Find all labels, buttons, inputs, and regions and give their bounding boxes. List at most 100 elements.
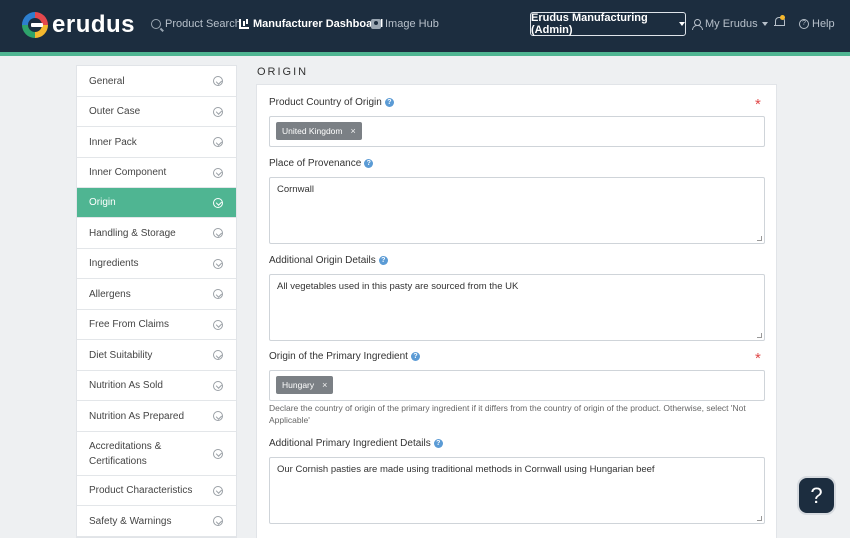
additional-origin-textarea[interactable]: All vegetables used in this pasty are so… (269, 274, 765, 341)
sidebar-item-label: Inner Component (89, 167, 167, 178)
sidebar-item-free-from-claims[interactable]: Free From Claims (77, 310, 236, 340)
sidebar-item-label: Inner Pack (89, 136, 137, 148)
sidebar-item-label: Product Characteristics (89, 485, 193, 496)
sidebar-item-ingredients[interactable]: Ingredients (77, 249, 236, 279)
nav-image-hub-label: Image Hub (385, 18, 439, 30)
help-link[interactable]: ? Help (799, 18, 835, 30)
my-erudus-menu[interactable]: My Erudus (692, 18, 768, 30)
section-title: ORIGIN (257, 66, 309, 78)
resize-handle-icon[interactable] (757, 236, 762, 241)
sidebar-item-nutrition-as-sold[interactable]: Nutrition As Sold (77, 371, 236, 401)
check-circle-icon (213, 197, 223, 208)
sidebar-item-diet-suitability[interactable]: Diet Suitability (77, 340, 236, 371)
country-of-origin-select[interactable]: United Kingdom × (269, 116, 765, 147)
tag-label: United Kingdom (282, 126, 343, 136)
additional-primary-textarea[interactable]: Our Cornish pasties are made using tradi… (269, 457, 765, 524)
header-accent-line (0, 52, 850, 56)
check-circle-icon (213, 137, 223, 147)
field-label-text: Additional Primary Ingredient Details (269, 438, 431, 449)
info-icon[interactable]: ? (410, 352, 420, 361)
check-circle-icon (213, 380, 223, 391)
sidebar-item-safety-warnings[interactable]: Safety & Warnings (77, 506, 236, 537)
primary-ingredient-origin-label: Origin of the Primary Ingredient ? (269, 351, 420, 362)
sidebar-item-label: Safety & Warnings (89, 515, 172, 527)
sidebar-item-handling-storage[interactable]: Handling & Storage (77, 218, 236, 249)
field-hint-text: Declare the country of origin of the pri… (269, 403, 746, 425)
sidebar-item-label: Ingredients (89, 258, 139, 269)
sidebar-item-allergens[interactable]: Allergens (77, 279, 236, 310)
sidebar-item-label: Free From Claims (89, 319, 170, 330)
country-of-origin-label: Product Country of Origin ? (269, 97, 394, 108)
info-icon[interactable]: ? (384, 98, 394, 107)
textarea-value: Our Cornish pasties are made using tradi… (277, 464, 655, 475)
textarea-value: All vegetables used in this pasty are so… (277, 281, 519, 292)
textarea-value: Cornwall (277, 184, 314, 195)
check-circle-icon (213, 485, 223, 496)
sidebar-item-inner-pack[interactable]: Inner Pack (77, 127, 236, 158)
additional-origin-label: Additional Origin Details ? (269, 255, 388, 266)
help-chat-button[interactable]: ? (797, 476, 836, 515)
check-circle-icon (213, 411, 223, 421)
sidebar-item-origin[interactable]: Origin (77, 188, 236, 218)
resize-handle-icon[interactable] (757, 333, 762, 338)
place-of-provenance-textarea[interactable]: Cornwall (269, 177, 765, 244)
company-selector-button[interactable]: Erudus Manufacturing (Admin) (530, 12, 686, 36)
nav-manufacturer-dashboard-label: Manufacturer Dashboard (253, 18, 384, 30)
chart-icon (239, 19, 249, 29)
help-label: Help (812, 18, 835, 30)
sidebar-item-label: General (89, 75, 125, 87)
section-sidebar: General Outer Case Inner Pack Inner Comp… (76, 65, 237, 538)
sidebar-item-inner-component[interactable]: Inner Component (77, 158, 236, 188)
sidebar-item-nutrition-as-prepared[interactable]: Nutrition As Prepared (77, 401, 236, 432)
sidebar-item-label: Outer Case (89, 106, 141, 117)
sidebar-item-label: Diet Suitability (89, 349, 153, 361)
info-icon[interactable]: ? (433, 439, 443, 448)
required-indicator: * (755, 96, 761, 113)
place-of-provenance-label: Place of Provenance ? (269, 158, 374, 169)
check-circle-icon (213, 228, 223, 238)
sidebar-item-label-line1: Accreditations & (89, 440, 162, 452)
chevron-down-icon (761, 22, 768, 26)
selected-tag: Hungary × (276, 376, 334, 394)
check-circle-icon (213, 289, 223, 299)
sidebar-item-product-characteristics[interactable]: Product Characteristics (77, 476, 236, 506)
help-circle-icon: ? (799, 19, 809, 29)
camera-icon (371, 19, 381, 29)
primary-ingredient-origin-select[interactable]: Hungary × (269, 370, 765, 401)
nav-product-search-label: Product Search (165, 18, 241, 30)
nav-product-search[interactable]: Product Search (151, 18, 241, 30)
required-indicator: * (755, 350, 761, 367)
additional-primary-label: Additional Primary Ingredient Details ? (269, 438, 443, 449)
field-label-text: Product Country of Origin (269, 97, 382, 108)
sidebar-item-outer-case[interactable]: Outer Case (77, 97, 236, 127)
sidebar-item-label: Nutrition As Sold (89, 380, 163, 391)
remove-tag-icon[interactable]: × (322, 380, 327, 390)
info-icon[interactable]: ? (364, 159, 374, 168)
erudus-logo-icon (22, 12, 48, 38)
check-circle-icon (213, 76, 223, 86)
erudus-logo[interactable]: erudus (22, 11, 135, 39)
sidebar-item-label: Origin (89, 197, 116, 208)
tag-label: Hungary (282, 380, 315, 390)
field-label-text: Place of Provenance (269, 158, 362, 169)
search-icon (151, 19, 161, 29)
check-circle-icon (213, 258, 223, 269)
chevron-down-icon (679, 22, 685, 26)
notification-badge (780, 15, 785, 20)
sidebar-item-general[interactable]: General (77, 66, 236, 97)
sidebar-item-accreditations[interactable]: Accreditations & Certifications (77, 432, 236, 476)
check-circle-icon (213, 448, 223, 459)
sidebar-item-label-line2: Certifications (89, 455, 147, 467)
company-selector-label: Erudus Manufacturing (Admin) (531, 12, 648, 36)
my-erudus-label: My Erudus (705, 18, 758, 30)
resize-handle-icon[interactable] (757, 516, 762, 521)
nav-image-hub[interactable]: Image Hub (371, 18, 439, 30)
check-circle-icon (213, 350, 223, 360)
sidebar-item-label: Handling & Storage (89, 227, 176, 239)
sidebar-item-label: Accreditations & Certifications (89, 439, 161, 469)
info-icon[interactable]: ? (378, 256, 388, 265)
user-icon (692, 19, 703, 30)
remove-tag-icon[interactable]: × (350, 126, 355, 136)
check-circle-icon (213, 319, 223, 330)
nav-manufacturer-dashboard[interactable]: Manufacturer Dashboard (239, 18, 383, 30)
